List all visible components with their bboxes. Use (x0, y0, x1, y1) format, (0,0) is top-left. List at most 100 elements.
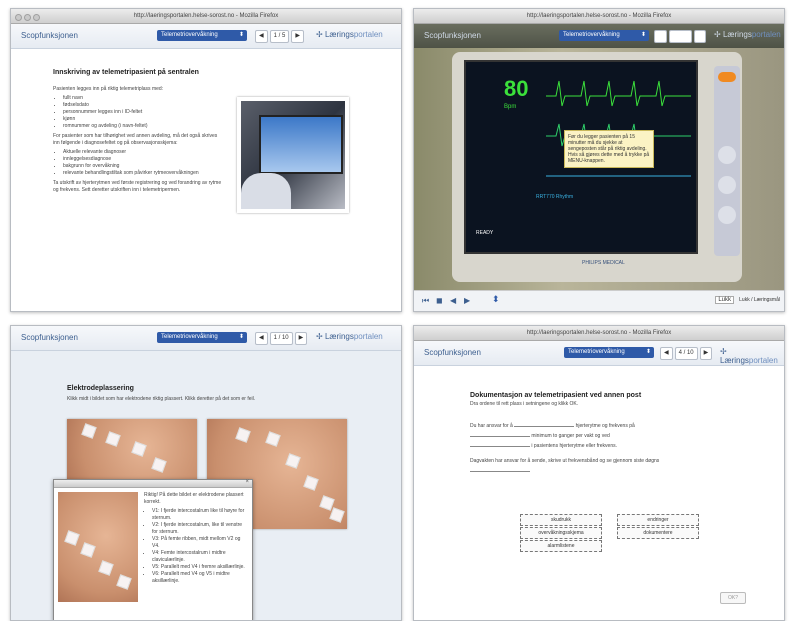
minimize-dot-icon[interactable] (24, 14, 31, 21)
next-page-button[interactable]: ▶ (699, 347, 713, 360)
blank-slot[interactable] (470, 440, 530, 447)
pager: ◀ 1 / 5 ▶ (255, 30, 306, 43)
intro-text: Pasienten legges inn på riktig telemetri… (53, 86, 164, 92)
word-skudrukk[interactable]: skudrukk (520, 514, 602, 526)
list-item: fullt navn (63, 95, 223, 102)
monitor-bezel: 80 Bpm Før du legger pasienten på 15 min… (452, 52, 742, 282)
topic-select[interactable]: Telemetriovervåkning ⬍ (559, 30, 649, 41)
electrode-patch (151, 457, 167, 473)
word-dokumentere[interactable]: dokumentere (617, 527, 699, 539)
topic-select[interactable]: Telemetriovervåkning ⬍ (157, 332, 247, 343)
list-item: V6: Parallelt med V4 og V5 i midtre aksi… (152, 571, 248, 585)
page-indicator: 2 / 10 (668, 30, 692, 43)
first-button[interactable]: ⏮ (422, 296, 429, 306)
brand-label: Scopfunksjonen (21, 31, 78, 40)
topic-select[interactable]: Telemetriovervåkning ⬍ (157, 30, 247, 41)
lukk-laeringsmaal-link[interactable]: Lukk / Læringsmål (739, 297, 780, 303)
knob-button[interactable] (718, 176, 736, 194)
monitor-screen: 80 Bpm Før du legger pasienten på 15 min… (464, 60, 698, 254)
app-header: Scopfunksjonen Telemetriovervåkning ⬍ ◀ 2 … (414, 24, 784, 49)
brand-label: Scopfunksjonen (424, 31, 481, 40)
knob-button[interactable] (718, 206, 736, 224)
chevron-down-icon: ⬍ (238, 334, 244, 340)
list-item: innleggelsesdiagnose (63, 156, 223, 163)
instruction-text: Dra ordene til rett plass i setningene o… (470, 401, 579, 407)
electrode-patch (105, 431, 121, 447)
pager: ◀ 2 / 10 ▶ (654, 30, 708, 43)
list-item: fødselsdato (63, 102, 223, 109)
slide-content: Innskriving av telemetripasient på sentr… (53, 69, 373, 299)
electrode-patch (265, 431, 281, 447)
slide-background: Elektrodeplassering Klikk midt i bildet … (11, 351, 401, 620)
list-patient-info: fullt navn fødselsdato personnummer legg… (63, 95, 223, 130)
list-item: kjønn (63, 116, 223, 123)
page-indicator: 4 / 10 (674, 347, 698, 360)
prev-page-button[interactable]: ◀ (660, 347, 673, 360)
electrode-patch (80, 542, 96, 558)
paragraph-2: For pasienter som har tilhørighet ved an… (53, 133, 218, 146)
prev-button[interactable]: ◀ (450, 296, 456, 305)
prev-page-button[interactable]: ◀ (255, 332, 268, 345)
blank-slot[interactable] (470, 430, 530, 437)
list-item: V4: Femte intercostalrum i midtre clavic… (152, 550, 248, 564)
chevron-down-icon: ⬍ (645, 349, 651, 355)
electrode-patch (235, 427, 251, 443)
close-icon[interactable]: × (245, 479, 249, 485)
chevron-down-icon: ⬍ (238, 32, 244, 38)
chevron-down-icon: ⬍ (640, 32, 646, 38)
ok-button[interactable]: OK? (720, 592, 746, 604)
list-item: romnummer og avdeling (i navn-feltet) (63, 123, 223, 130)
knob-button[interactable] (718, 146, 736, 164)
player-footer: ⏮ ◼ ◀ ▶ ⬍ Lukk Lukk / Læringsmål (414, 290, 784, 311)
list-item: relevante behandlingstiltak som påvirker… (63, 170, 223, 177)
prev-page-button[interactable]: ◀ (255, 30, 268, 43)
slide-heading: Elektrodeplassering (67, 385, 134, 392)
window-monitor-slide: http://laeringsportalen.helse-sorost.no … (413, 8, 785, 312)
electrode-patch (303, 475, 319, 491)
monitor-photo: 80 Bpm Før du legger pasienten på 15 min… (414, 48, 784, 292)
prev-page-button[interactable]: ◀ (654, 30, 667, 43)
close-dot-icon[interactable] (15, 14, 22, 21)
alarm-button[interactable] (718, 72, 736, 82)
progress-marker[interactable]: ⬍ (492, 294, 500, 305)
stop-button[interactable]: ◼ (436, 296, 443, 305)
page-indicator: 1 / 10 (269, 332, 293, 345)
window-titlebar: http://laeringsportalen.helse-sorost.no … (414, 326, 784, 341)
topic-select[interactable]: Telemetriovervåkning ⬍ (564, 347, 654, 358)
next-page-button[interactable]: ▶ (693, 30, 707, 43)
brand-label: Scopfunksjonen (21, 333, 78, 342)
window-title: http://laeringsportalen.helse-sorost.no … (526, 330, 672, 336)
pager: ◀ 4 / 10 ▶ (660, 347, 714, 360)
word-alarmlistene[interactable]: alarmlistene (520, 540, 602, 552)
control-panel (714, 66, 740, 256)
blank-slot[interactable] (470, 465, 530, 472)
brand-label: Scopfunksjonen (424, 348, 481, 357)
next-button[interactable]: ▶ (464, 296, 470, 305)
slide-content: Dokumentasjon av telemetripasient ved an… (470, 392, 770, 612)
page-indicator: 1 / 5 (269, 30, 290, 43)
laeringsportalen-logo: ✢ Læringsportalen (316, 30, 383, 39)
list-item: V3: På femte ribben, midt mellom V2 og V… (152, 536, 248, 550)
next-page-button[interactable]: ▶ (291, 30, 304, 43)
zoom-dot-icon[interactable] (33, 14, 40, 21)
next-page-button[interactable]: ▶ (294, 332, 308, 345)
app-header: Scopfunksjonen Telemetriovervåkning ⬍ ◀ 1 … (11, 326, 401, 351)
instruction-text: Klikk midt i bildet som har elektrodene … (67, 396, 256, 402)
window-titlebar: http://laeringsportalen.helse-sorost.no … (414, 9, 784, 24)
pager: ◀ 1 / 10 ▶ (255, 332, 309, 345)
laeringsportalen-logo: ✢ Læringsportalen (720, 347, 778, 365)
monitor-screen (259, 115, 343, 174)
word-endringer[interactable]: endringer (617, 514, 699, 526)
app-header: Scopfunksjonen Telemetriovervåkning ⬍ ◀ 4 … (414, 341, 784, 366)
lukk-button[interactable]: Lukk (715, 296, 734, 304)
laeringsportalen-logo: ✢ Læringsportalen (316, 332, 383, 341)
electrode-patch (98, 560, 114, 576)
sentence-1: Du har ansvar for å hjerterytme og frekv… (470, 420, 730, 450)
list-item: V5: Parallelt med V4 i fremre aksillærli… (152, 564, 248, 571)
window-electrode-slide: Scopfunksjonen Telemetriovervåkning ⬍ ◀ 1 … (10, 325, 402, 621)
electrode-patch (329, 507, 345, 523)
blank-slot[interactable] (514, 420, 575, 427)
list-diagnosis: Aktuelle relevante diagnoser innleggelse… (63, 149, 223, 177)
word-overvakningsskjema[interactable]: overvåkningsskjema (520, 527, 602, 539)
window-text-slide: http://laeringsportalen.helse-sorost.no … (10, 8, 402, 312)
